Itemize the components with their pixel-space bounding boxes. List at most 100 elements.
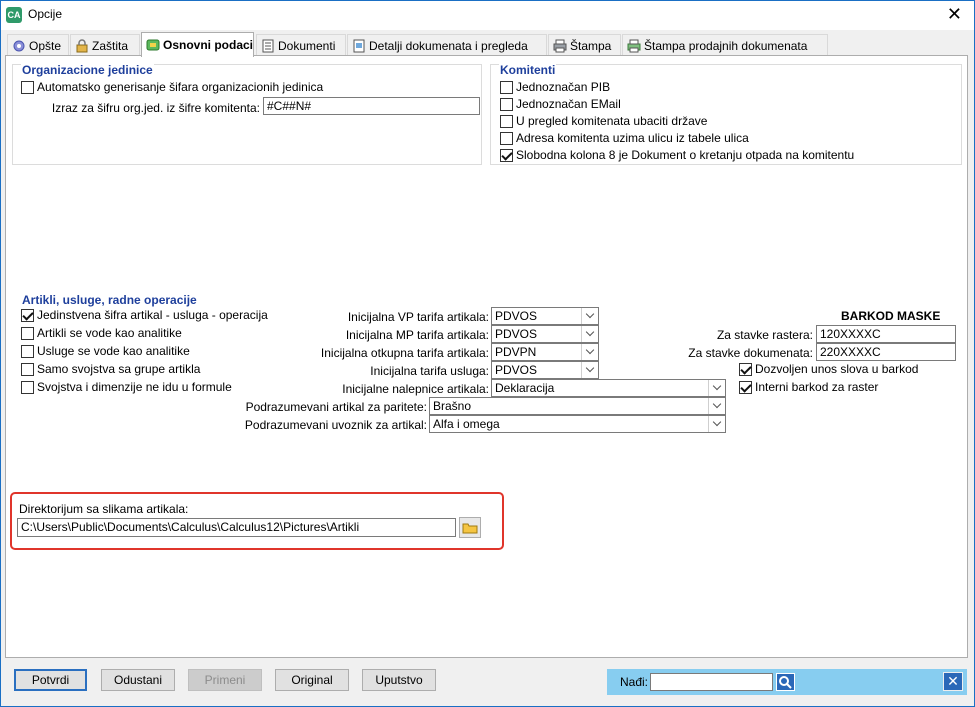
options-window: CA Opcije ✕ Opšte Zaštita Osnovni podaci: [0, 0, 975, 707]
database-icon: [146, 38, 160, 52]
svojstva-grupe-checkbox[interactable]: [21, 362, 34, 376]
document-icon: [261, 39, 275, 53]
printer-icon: [553, 39, 567, 53]
tab-page-osnovni-podaci: Organizacione jedinice Automatsko generi…: [5, 55, 968, 658]
raster-input[interactable]: 120XXXXC: [816, 325, 956, 343]
komitent-option[interactable]: Jednoznačan EMail: [500, 97, 621, 111]
checkbox-label: Artikli se vode kao analitike: [37, 326, 182, 340]
uvoznik-select[interactable]: Alfa i omega: [429, 415, 726, 433]
artikli-analitike-checkbox[interactable]: [21, 326, 34, 340]
lock-icon: [75, 38, 89, 53]
find-input[interactable]: [650, 673, 773, 691]
combo-value: PDVOS: [495, 327, 538, 341]
uvoznik-label: Podrazumevani uvoznik za artikal:: [244, 418, 427, 432]
komitenti-group: Komitenti Jednoznačan PIB Jednoznačan EM…: [490, 63, 962, 165]
jednoznacan-pib-checkbox[interactable]: [500, 80, 513, 94]
tab-detalji-dokumenata[interactable]: Detalji dokumenata i pregleda: [347, 34, 547, 56]
mp-tarifa-label: Inicijalna MP tarifa artikala:: [345, 328, 489, 342]
odustani-button[interactable]: Odustani: [101, 669, 175, 691]
find-bar: Nađi: ✕: [607, 669, 967, 695]
svojstva-formule-checkbox[interactable]: [21, 380, 34, 394]
tab-zastita[interactable]: Zaštita: [70, 34, 140, 56]
tab-label: Opšte: [29, 38, 62, 53]
close-find-icon[interactable]: ✕: [943, 672, 963, 691]
drzave-checkbox[interactable]: [500, 114, 513, 128]
chevron-down-icon[interactable]: [581, 344, 598, 360]
combo-value: PDVOS: [495, 309, 538, 323]
dokumenti-input[interactable]: 220XXXXC: [816, 343, 956, 361]
close-window-icon[interactable]: ✕: [947, 4, 962, 24]
title-bar: CA Opcije ✕: [1, 1, 974, 30]
tab-osnovni-podaci[interactable]: Osnovni podaci: [141, 32, 254, 57]
artikal-option[interactable]: Artikli se vode kao analitike: [21, 326, 182, 340]
slova-barkod-checkbox[interactable]: [739, 362, 752, 376]
adresa-ulica-checkbox[interactable]: [500, 131, 513, 145]
chevron-down-icon[interactable]: [581, 308, 598, 324]
artikal-option[interactable]: Jedinstvena šifra artikal - usluga - ope…: [21, 308, 268, 322]
combo-value: Alfa i omega: [433, 417, 500, 431]
tab-label: Štampa prodajnih dokumenata: [644, 38, 808, 53]
checkbox-label: Jednoznačan PIB: [516, 80, 611, 94]
find-search-button[interactable]: [776, 673, 795, 691]
tab-label: Zaštita: [92, 38, 129, 53]
tab-opste[interactable]: Opšte: [7, 34, 69, 56]
tab-label: Detalji dokumenata i pregleda: [369, 38, 528, 53]
combo-value: Deklaracija: [495, 381, 555, 395]
tab-dokumenti[interactable]: Dokumenti: [256, 34, 346, 56]
tab-strip: Opšte Zaštita Osnovni podaci Dokumenti D…: [5, 32, 965, 57]
potvrdi-button[interactable]: Potvrdi: [14, 669, 87, 691]
auto-generate-row[interactable]: Automatsko generisanje šifara organizaci…: [21, 80, 323, 94]
artikal-option[interactable]: Samo svojstva sa grupe artikla: [21, 362, 200, 376]
komitent-option[interactable]: Adresa komitenta uzima ulicu iz tabele u…: [500, 131, 749, 145]
dokumenti-label: Za stavke dokumenata:: [688, 346, 813, 360]
combo-value: Brašno: [433, 399, 472, 413]
artikal-option[interactable]: Svojstva i dimenzije ne idu u formule: [21, 380, 232, 394]
combo-value: PDVPN: [495, 345, 537, 359]
vp-tarifa-label: Inicijalna VP tarifa artikala:: [347, 310, 489, 324]
slobodna-kolona-checkbox[interactable]: [500, 148, 513, 162]
nalepnice-select[interactable]: Deklaracija: [491, 379, 726, 397]
checkbox-label: Automatsko generisanje šifara organizaci…: [37, 80, 324, 94]
document-details-icon: [352, 39, 366, 53]
jednoznacan-email-checkbox[interactable]: [500, 97, 513, 111]
vp-tarifa-select[interactable]: PDVOS: [491, 307, 599, 325]
group-title: Komitenti: [499, 63, 557, 77]
primeni-button[interactable]: Primeni: [188, 669, 262, 691]
window-title: Opcije: [28, 7, 63, 21]
expr-input[interactable]: #C##N#: [263, 97, 480, 115]
barkod-option[interactable]: Dozvoljen unos slova u barkod: [739, 362, 918, 376]
otkupna-tarifa-label: Inicijalna otkupna tarifa artikala:: [320, 346, 489, 360]
tarifa-usluga-select[interactable]: PDVOS: [491, 361, 599, 379]
otkupna-tarifa-select[interactable]: PDVPN: [491, 343, 599, 361]
expr-label: Izraz za šifru org.jed. iz šifre komiten…: [51, 101, 260, 115]
uputstvo-button[interactable]: Uputstvo: [362, 669, 436, 691]
printer-icon: [627, 39, 641, 53]
chevron-down-icon[interactable]: [708, 416, 725, 432]
original-button[interactable]: Original: [275, 669, 349, 691]
komitent-option[interactable]: Jednoznačan PIB: [500, 80, 610, 94]
jedinstvena-sifra-checkbox[interactable]: [21, 308, 34, 322]
tab-label: Osnovni podaci: [163, 38, 254, 52]
komitent-option[interactable]: U pregled komitenata ubaciti države: [500, 114, 707, 128]
barkod-option[interactable]: Interni barkod za raster: [739, 380, 878, 394]
highlight-annotation: [10, 492, 504, 550]
interni-barkod-checkbox[interactable]: [739, 380, 752, 394]
tarifa-usluga-label: Inicijalna tarifa usluga:: [370, 364, 489, 378]
checkbox-label: Interni barkod za raster: [755, 380, 879, 394]
mp-tarifa-select[interactable]: PDVOS: [491, 325, 599, 343]
search-icon: [779, 676, 792, 689]
usluge-analitike-checkbox[interactable]: [21, 344, 34, 358]
auto-generate-checkbox[interactable]: [21, 80, 34, 94]
chevron-down-icon[interactable]: [708, 380, 725, 396]
paritet-select[interactable]: Brašno: [429, 397, 726, 415]
checkbox-label: Jedinstvena šifra artikal - usluga - ope…: [37, 308, 268, 322]
chevron-down-icon[interactable]: [581, 362, 598, 378]
checkbox-label: Adresa komitenta uzima ulicu iz tabele u…: [516, 131, 749, 145]
komitent-option[interactable]: Slobodna kolona 8 je Dokument o kretanju…: [500, 148, 854, 162]
chevron-down-icon[interactable]: [581, 326, 598, 342]
artikal-option[interactable]: Usluge se vode kao analitike: [21, 344, 190, 358]
checkbox-label: Dozvoljen unos slova u barkod: [755, 362, 919, 376]
tab-stampa[interactable]: Štampa: [548, 34, 621, 56]
chevron-down-icon[interactable]: [708, 398, 725, 414]
tab-stampa-prodajnih[interactable]: Štampa prodajnih dokumenata: [622, 34, 828, 56]
